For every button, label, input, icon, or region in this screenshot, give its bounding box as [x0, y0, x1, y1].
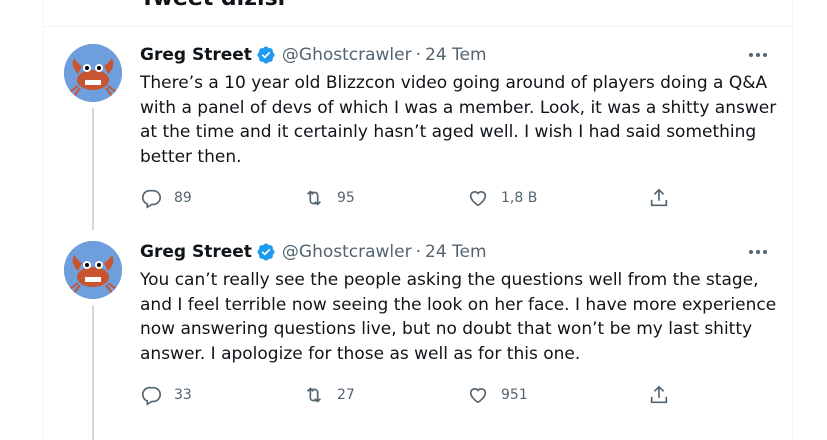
reply-count: 33	[174, 387, 192, 403]
crab-avatar-icon	[64, 44, 122, 102]
tweet-2[interactable]: Greg Street @Ghostcrawler · 24 Tem You c…	[44, 241, 792, 440]
avatar[interactable]	[64, 44, 122, 102]
reply-icon	[141, 386, 161, 406]
crab-avatar-icon	[64, 241, 122, 299]
timestamp[interactable]: 24 Tem	[425, 45, 487, 65]
separator: ·	[415, 45, 422, 65]
like-count: 1,8 B	[501, 190, 538, 206]
display-name[interactable]: Greg Street	[140, 242, 252, 262]
retweet-button[interactable]: 27	[303, 384, 355, 406]
handle[interactable]: @Ghostcrawler	[282, 242, 412, 262]
like-button[interactable]: 951	[467, 384, 528, 406]
reply-icon	[141, 189, 161, 209]
like-count: 951	[501, 387, 528, 403]
retweet-icon	[306, 190, 322, 206]
tweet-header: Greg Street @Ghostcrawler · 24 Tem	[140, 44, 487, 66]
reply-count: 89	[174, 190, 192, 206]
heart-icon	[469, 191, 487, 207]
share-button[interactable]	[648, 187, 670, 209]
retweet-icon	[306, 387, 322, 403]
page-heading: Tweet dizisi	[140, 0, 285, 11]
share-icon	[650, 385, 668, 404]
tweet-actions: 89 95 1,8 B	[140, 187, 680, 211]
timeline-right-border	[792, 0, 793, 440]
timestamp[interactable]: 24 Tem	[425, 242, 487, 262]
tweet-text: You can’t really see the people asking t…	[140, 270, 777, 364]
retweet-button[interactable]: 95	[303, 187, 355, 209]
heart-icon	[469, 388, 487, 404]
retweet-count: 95	[337, 190, 355, 206]
verified-badge-icon	[256, 45, 276, 65]
thread-connector	[92, 108, 94, 230]
separator: ·	[415, 242, 422, 262]
tweet-1[interactable]: Greg Street @Ghostcrawler · 24 Tem There…	[44, 44, 792, 230]
display-name[interactable]: Greg Street	[140, 45, 252, 65]
share-button[interactable]	[648, 384, 670, 406]
reply-button[interactable]: 89	[140, 187, 192, 209]
divider	[44, 26, 792, 27]
share-icon	[650, 188, 668, 207]
retweet-count: 27	[337, 387, 355, 403]
thread-connector	[92, 305, 94, 440]
reply-button[interactable]: 33	[140, 384, 192, 406]
handle[interactable]: @Ghostcrawler	[282, 45, 412, 65]
avatar[interactable]	[64, 241, 122, 299]
like-button[interactable]: 1,8 B	[467, 187, 537, 209]
tweet-header: Greg Street @Ghostcrawler · 24 Tem	[140, 241, 487, 263]
more-options-icon[interactable]	[746, 44, 770, 66]
verified-badge-icon	[256, 242, 276, 262]
more-options-icon[interactable]	[746, 241, 770, 263]
tweet-actions: 33 27 951	[140, 384, 680, 408]
tweet-text: There’s a 10 year old Blizzcon video goi…	[140, 73, 777, 167]
